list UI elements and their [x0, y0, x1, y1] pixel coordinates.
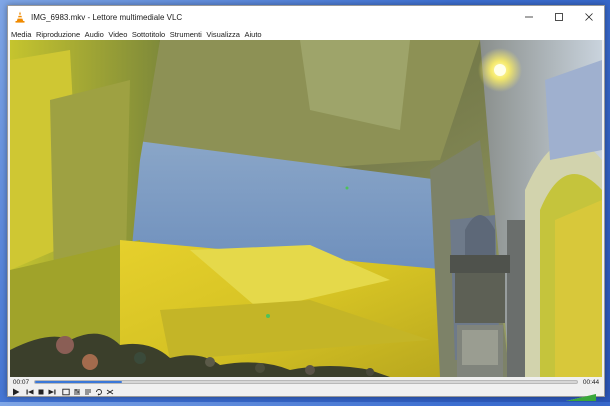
video-area[interactable]: [10, 40, 602, 377]
maximize-button[interactable]: [544, 6, 574, 28]
menu-visualizza[interactable]: Visualizza: [206, 30, 240, 39]
playlist-icon: [84, 389, 91, 395]
shuffle-icon: [106, 389, 113, 395]
minimize-icon: [525, 16, 533, 18]
next-button[interactable]: [47, 388, 56, 397]
menu-bar: Media Riproduzione Audio Video Sottotito…: [8, 28, 604, 40]
seek-bar[interactable]: [34, 380, 578, 384]
fullscreen-button[interactable]: [61, 388, 70, 397]
window-title: IMG_6983.mkv - Lettore multimediale VLC: [31, 12, 183, 22]
total-time: 00:44: [582, 378, 600, 386]
seek-progress: [35, 381, 122, 383]
close-icon: [585, 13, 593, 21]
volume-icon: [566, 394, 596, 401]
loop-button[interactable]: [94, 388, 103, 397]
vlc-window: IMG_6983.mkv - Lettore multimediale VLC …: [7, 5, 605, 401]
minimize-button[interactable]: [514, 6, 544, 28]
menu-aiuto[interactable]: Aiuto: [244, 30, 261, 39]
seek-row: 00:07 00:44: [8, 377, 604, 387]
elapsed-time: 00:07: [12, 378, 30, 386]
next-icon: [48, 389, 55, 395]
shuffle-button[interactable]: [105, 388, 114, 397]
menu-audio[interactable]: Audio: [85, 30, 104, 39]
playlist-button[interactable]: [83, 388, 92, 397]
play-button[interactable]: [11, 388, 20, 397]
close-button[interactable]: [574, 6, 604, 28]
menu-sottotitolo[interactable]: Sottotitolo: [132, 30, 165, 39]
previous-button[interactable]: [25, 388, 34, 397]
loop-icon: [95, 389, 102, 396]
previous-icon: [26, 389, 33, 395]
video-frame: [10, 40, 602, 377]
volume-slider[interactable]: [564, 388, 598, 401]
controls-row: [8, 387, 604, 401]
extended-settings-button[interactable]: [72, 388, 81, 397]
stop-button[interactable]: [36, 388, 45, 397]
title-bar: IMG_6983.mkv - Lettore multimediale VLC: [8, 6, 604, 28]
fullscreen-icon: [61, 388, 70, 396]
menu-media[interactable]: Media: [11, 30, 31, 39]
stop-icon: [38, 389, 43, 395]
menu-video[interactable]: Video: [108, 30, 127, 39]
play-icon: [12, 388, 19, 396]
extended-settings-icon: [73, 389, 80, 395]
maximize-icon: [555, 13, 563, 21]
menu-strumenti[interactable]: Strumenti: [170, 30, 202, 39]
vlc-cone-icon: [15, 11, 25, 23]
menu-riproduzione[interactable]: Riproduzione: [36, 30, 80, 39]
